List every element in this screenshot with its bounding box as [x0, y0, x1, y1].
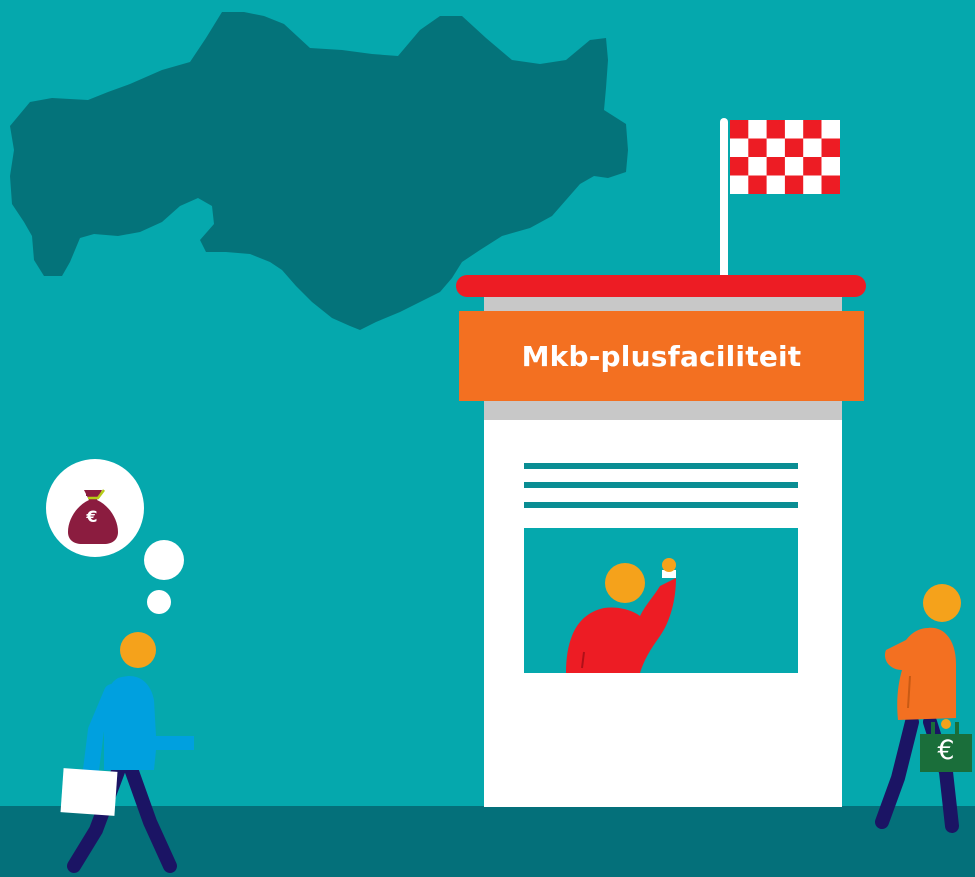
- kiosk-sign-label: Mkb-plusfaciliteit: [521, 339, 802, 373]
- briefcase-white-icon: [60, 768, 118, 816]
- kiosk-roof: [456, 275, 866, 297]
- kiosk-text-line-1: [524, 463, 798, 469]
- checkered-flag-icon: [730, 120, 840, 194]
- illustration-scene: Mkb-plusfaciliteit € €: [0, 0, 975, 877]
- clerk-head: [605, 563, 645, 603]
- clerk-hand: [662, 558, 676, 572]
- kiosk-text-line-3: [524, 502, 798, 508]
- kiosk-text-line-2: [524, 482, 798, 488]
- kiosk-gray-band-bottom: [484, 400, 842, 420]
- illustration-graphics: [0, 0, 975, 877]
- person-right-head: [923, 584, 961, 622]
- money-bag-euro-symbol: €: [86, 507, 98, 526]
- person-left-head: [120, 632, 156, 668]
- flag-pole: [720, 118, 728, 280]
- briefcase-euro-symbol: €: [937, 735, 955, 766]
